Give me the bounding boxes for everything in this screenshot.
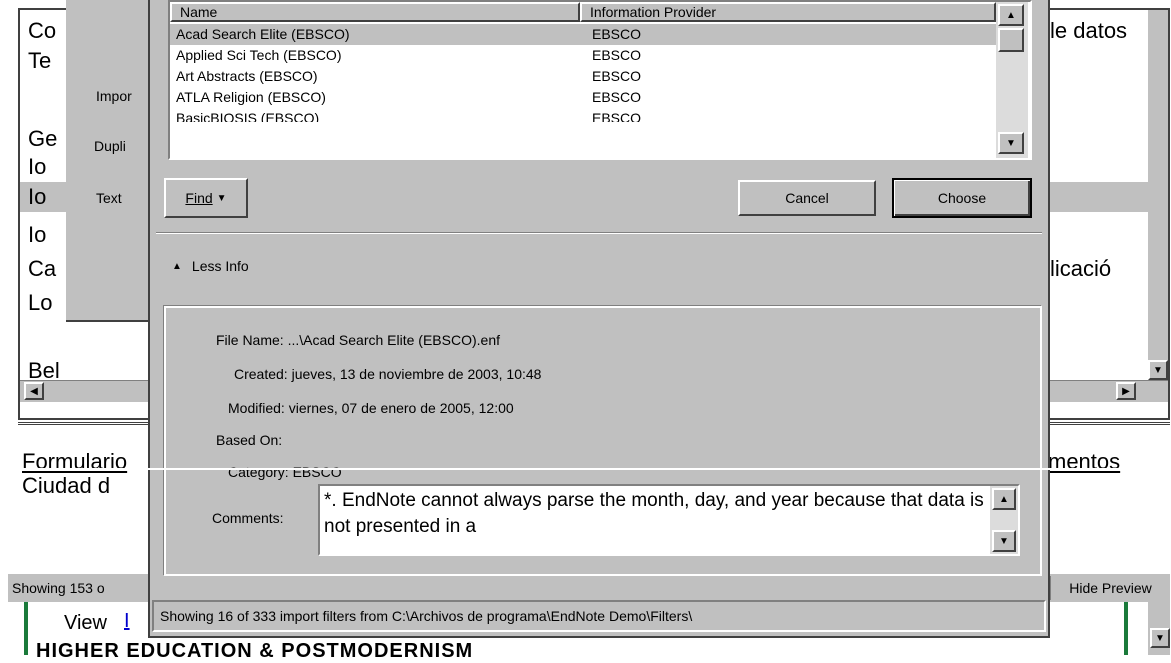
choose-filter-dialog: Name Information Provider Acad Search El… [148,0,1050,638]
filter-name: Acad Search Elite (EBSCO) [176,26,350,42]
hide-preview-button[interactable]: Hide Preview [1050,576,1170,600]
filter-name: Art Abstracts (EBSCO) [176,68,318,84]
list-item[interactable]: ATLA Religion (EBSCO) EBSCO [170,87,996,108]
file-name-value: ...\Acad Search Elite (EBSCO).enf [287,332,500,348]
screen-artifact-line [0,468,1171,470]
import-label: Impor [96,88,132,104]
file-name-label: File Name: [216,332,284,348]
library-text-io1: Io [28,154,47,179]
library-text-io2: Io [28,184,47,209]
library-text-lo: Lo [28,290,53,315]
library-text-right1: le datos [1050,18,1128,43]
preview-text-line2: Ciudad d [22,473,111,498]
filter-provider: EBSCO [592,89,642,105]
caret-down-icon: ▼ [216,192,227,204]
list-item[interactable]: BasicBIOSIS (EBSCO) EBSCO [170,108,996,122]
list-rows: Acad Search Elite (EBSCO) EBSCO Applied … [170,24,996,122]
dialog-status-bar: Showing 16 of 333 import filters from C:… [152,600,1046,632]
less-info-label: Less Info [191,258,249,274]
arrow-up-icon: ▲ [1006,9,1016,21]
modified-label: Modified: [228,400,285,416]
category-value: EBSCO [292,464,342,480]
cancel-button[interactable]: Cancel [738,180,876,216]
based-on-label: Based On: [216,432,283,448]
comments-scroll-down-button[interactable]: ▼ [992,530,1016,552]
main-status-text: Showing 153 o [12,580,105,596]
list-item[interactable]: Acad Search Elite (EBSCO) EBSCO [170,24,996,45]
green-border-right [1124,602,1128,655]
filter-name: BasicBIOSIS (EBSCO) [176,110,320,122]
file-name-row: File Name: ...\Acad Search Elite (EBSCO)… [216,332,500,348]
view-link[interactable]: I [124,610,130,633]
created-label: Created: [234,366,288,382]
comments-field[interactable]: *. EndNote cannot always parse the month… [318,484,1020,556]
library-text-co: Co [28,18,57,43]
modified-row: Modified: viernes, 07 de enero de 2005, … [228,400,514,416]
web-scroll-down-button[interactable]: ▼ [1150,628,1170,648]
duplicates-label: Dupli [94,138,126,154]
web-heading: HIGHER EDUCATION & POSTMODERNISM [36,640,474,662]
arrow-right-icon: ▶ [1122,385,1130,397]
modified-value: viernes, 07 de enero de 2005, 12:00 [288,400,514,416]
scroll-right-button[interactable]: ▶ [1116,382,1136,400]
filter-provider: EBSCO [592,47,642,63]
filter-name: Applied Sci Tech (EBSCO) [176,47,342,63]
collapse-icon: ▲ [172,260,182,272]
arrow-down-icon: ▼ [1006,137,1016,149]
list-header: Name Information Provider [170,2,996,22]
dialog-status-text: Showing 16 of 333 import filters from C:… [160,608,693,624]
find-label: Find [185,190,213,206]
column-header-provider[interactable]: Information Provider [580,2,996,22]
library-text-bel: Bel [28,358,60,383]
filter-info-group: File Name: ...\Acad Search Elite (EBSCO)… [164,306,1042,576]
list-scroll-up-button[interactable]: ▲ [998,4,1024,26]
list-item[interactable]: Art Abstracts (EBSCO) EBSCO [170,66,996,87]
scroll-down-button[interactable]: ▼ [1148,360,1168,380]
less-info-toggle[interactable]: ▲ Less Info [172,258,249,274]
library-text-io3: Io [28,222,47,247]
arrow-down-icon: ▼ [1153,364,1163,376]
text-label: Text [96,190,122,206]
comments-scroll-up-button[interactable]: ▲ [992,488,1016,510]
import-options-panel: Impor Dupli Text [66,0,156,322]
category-row: Category: EBSCO [228,464,342,480]
find-button[interactable]: Find ▼ [164,178,248,218]
view-label: View [64,612,107,634]
column-header-name[interactable]: Name [170,2,580,22]
comments-text: *. EndNote cannot always parse the month… [324,490,984,537]
filter-list: Name Information Provider Acad Search El… [168,0,1032,160]
list-item[interactable]: Applied Sci Tech (EBSCO) EBSCO [170,45,996,66]
filter-provider: EBSCO [592,26,642,42]
comments-label: Comments: [212,510,284,526]
library-text-right2: licació [1050,256,1112,281]
list-scroll-thumb[interactable] [998,28,1024,52]
green-border-left [24,602,28,655]
scroll-left-button[interactable]: ◀ [24,382,44,400]
library-text-ca: Ca [28,256,57,281]
category-label: Category: [228,464,289,480]
list-scroll-down-button[interactable]: ▼ [998,132,1024,154]
choose-button[interactable]: Choose [892,178,1032,218]
arrow-down-icon: ▼ [999,535,1009,547]
separator [156,232,1042,234]
created-value: jueves, 13 de noviembre de 2003, 10:48 [291,366,542,382]
arrow-down-icon: ▼ [1155,632,1165,644]
arrow-left-icon: ◀ [30,385,38,397]
based-on-row: Based On: [216,432,282,448]
library-vscroll[interactable] [1148,10,1168,378]
filter-name: ATLA Religion (EBSCO) [176,89,326,105]
filter-provider: EBSCO [592,110,642,122]
library-text-ge: Ge [28,126,58,151]
filter-provider: EBSCO [592,68,642,84]
library-text-te: Te [28,48,52,73]
arrow-up-icon: ▲ [999,493,1009,505]
created-row: Created: jueves, 13 de noviembre de 2003… [234,366,541,382]
